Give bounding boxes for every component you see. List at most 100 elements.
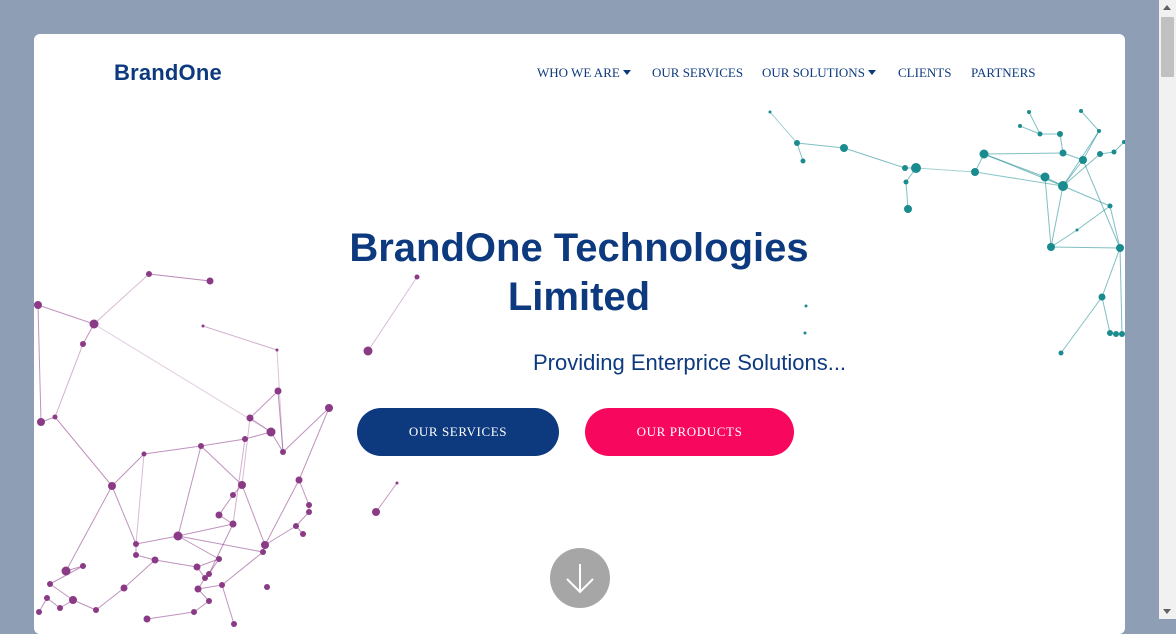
purple-network-node xyxy=(261,541,269,549)
nav-our-services[interactable]: OUR SERVICES xyxy=(652,65,743,81)
nav-our-solutions[interactable]: OUR SOLUTIONS xyxy=(762,65,876,81)
purple-network-node xyxy=(133,541,139,547)
teal-network-link xyxy=(1050,246,1121,249)
teal-network-link xyxy=(1060,296,1103,354)
purple-network-link xyxy=(93,323,272,433)
teal-network-link xyxy=(983,152,1064,155)
purple-network-node xyxy=(300,531,306,537)
purple-network-node xyxy=(231,621,237,627)
teal-network-node xyxy=(1058,181,1068,191)
purple-network-node xyxy=(238,481,246,489)
purple-network-node xyxy=(215,511,223,519)
teal-network-link xyxy=(1082,130,1100,161)
purple-network-node xyxy=(246,414,254,422)
purple-network-node xyxy=(325,404,333,412)
purple-network-link xyxy=(202,325,278,351)
purple-network-link xyxy=(375,482,398,513)
teal-network-link xyxy=(1080,110,1100,132)
teal-network-link xyxy=(915,167,976,173)
teal-network-link xyxy=(843,147,906,169)
purple-network-link xyxy=(221,584,235,625)
nav-partners[interactable]: PARTNERS xyxy=(971,65,1036,81)
purple-network-node xyxy=(363,346,373,356)
teal-network-link xyxy=(983,153,1064,187)
purple-network-link xyxy=(135,535,179,545)
teal-network-node xyxy=(904,205,912,213)
teal-network-node xyxy=(911,163,921,173)
purple-network-node xyxy=(274,387,282,395)
purple-network-node xyxy=(206,598,212,604)
teal-network-node xyxy=(1111,149,1117,155)
teal-network-node xyxy=(1107,330,1113,336)
purple-network-link xyxy=(54,416,113,487)
purple-network-node xyxy=(306,509,312,515)
teal-network-node xyxy=(971,168,979,176)
purple-network-node xyxy=(264,584,270,590)
scrollbar-thumb[interactable] xyxy=(1161,17,1174,77)
purple-network-link xyxy=(54,343,84,418)
scroll-up-arrow-icon[interactable] xyxy=(1163,5,1171,10)
purple-network-node xyxy=(201,324,205,328)
purple-network-link xyxy=(177,523,234,537)
caret-down-icon xyxy=(622,69,631,75)
purple-network-node xyxy=(69,596,77,604)
page-card: BrandOne WHO WE ARE OUR SERVICES OUR SOL… xyxy=(34,34,1125,634)
purple-network-link xyxy=(123,559,156,589)
teal-network-link xyxy=(1082,159,1121,249)
purple-network-node xyxy=(206,571,212,577)
teal-network-node xyxy=(979,149,989,159)
purple-network-link xyxy=(93,273,150,325)
purple-network-link xyxy=(37,304,95,325)
purple-network-link xyxy=(208,523,234,575)
our-services-button[interactable]: OUR SERVICES xyxy=(357,408,559,456)
nav-label: WHO WE ARE xyxy=(537,65,620,80)
teal-network-node xyxy=(1027,110,1031,114)
purple-network-link xyxy=(282,407,330,453)
teal-network-node xyxy=(1018,124,1022,128)
purple-network-node xyxy=(194,585,202,593)
nav-label: PARTNERS xyxy=(971,65,1036,80)
purple-network-node xyxy=(280,449,286,455)
purple-network-link xyxy=(143,445,202,455)
purple-network-node xyxy=(216,556,222,562)
our-products-button[interactable]: OUR PRODUCTS xyxy=(585,408,794,456)
teal-network-node xyxy=(1058,350,1064,356)
teal-network-link xyxy=(1076,205,1111,231)
teal-network-link xyxy=(1044,176,1052,248)
nav-label: OUR SOLUTIONS xyxy=(762,65,865,80)
purple-network-link xyxy=(264,479,300,546)
purple-network-node xyxy=(143,615,151,623)
purple-network-link xyxy=(111,453,145,487)
nav-who-we-are[interactable]: WHO WE ARE xyxy=(537,65,631,81)
teal-network-node xyxy=(1098,293,1106,301)
teal-network-link xyxy=(769,111,798,144)
purple-network-node xyxy=(293,523,299,529)
teal-network-node xyxy=(768,110,772,114)
purple-network-node xyxy=(47,581,53,587)
purple-network-link xyxy=(200,445,243,486)
purple-network-node xyxy=(57,605,63,611)
scroll-down-arrow-icon[interactable] xyxy=(1163,609,1171,614)
teal-network-node xyxy=(1113,331,1119,337)
purple-network-node xyxy=(242,436,248,442)
teal-network-node xyxy=(794,140,800,146)
teal-network-link xyxy=(1101,247,1121,298)
main-nav: WHO WE ARE OUR SERVICES OUR SOLUTIONS CL… xyxy=(34,65,1125,85)
nav-clients[interactable]: CLIENTS xyxy=(898,65,951,81)
purple-network-node xyxy=(120,584,128,592)
page-scrollbar[interactable] xyxy=(1159,0,1176,619)
teal-network-node xyxy=(1119,331,1125,337)
scroll-down-button[interactable] xyxy=(550,548,610,608)
purple-network-link xyxy=(218,494,234,516)
purple-network-link xyxy=(177,445,202,537)
teal-network-node xyxy=(1097,151,1103,157)
purple-network-link xyxy=(241,484,266,546)
teal-network-node xyxy=(803,331,807,335)
nav-label: OUR SERVICES xyxy=(652,65,744,80)
purple-network-node xyxy=(206,277,214,285)
teal-network-node xyxy=(800,158,806,164)
purple-network-node xyxy=(230,492,236,498)
purple-network-link xyxy=(249,390,279,419)
purple-network-link xyxy=(276,349,284,453)
purple-network-node xyxy=(34,301,42,309)
